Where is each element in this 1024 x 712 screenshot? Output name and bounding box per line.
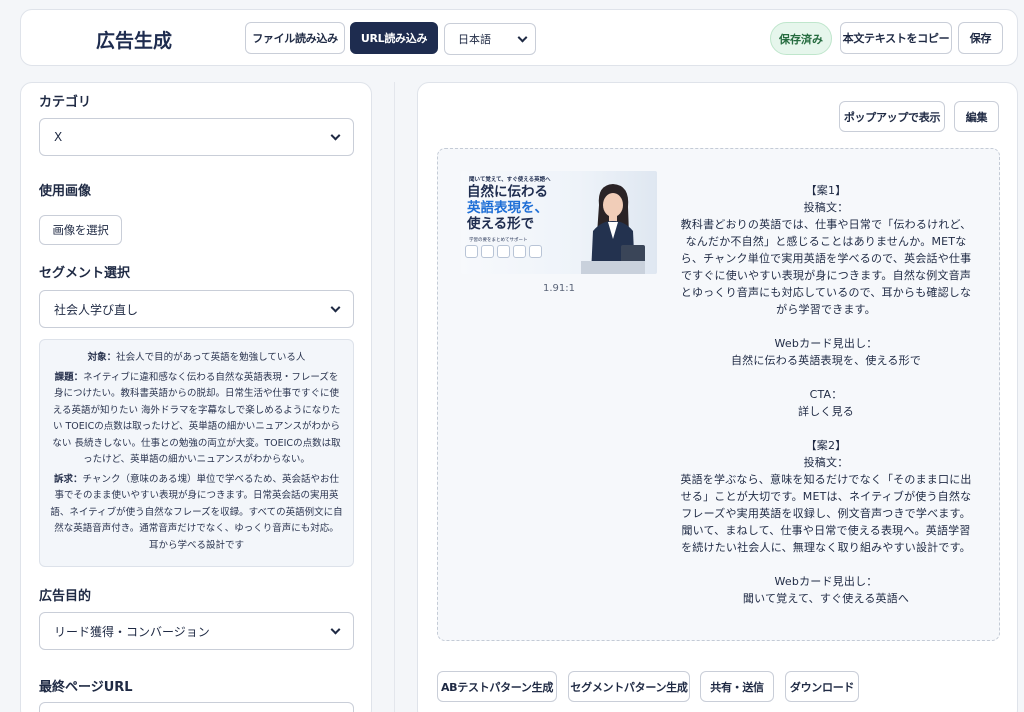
popup-view-button[interactable]: ポップアップで表示 [839, 101, 945, 132]
top-header: 広告生成 ファイル読み込み URL読み込み 日本語 保存済み 本文テキストをコピ… [20, 9, 1018, 66]
creative-headline-3: 使える形で [467, 216, 535, 232]
ad-copy-text: 【案1】 投稿文： 教科書どおりの英語では、仕事や日常で「伝わるけれど、なんだか… [680, 184, 972, 605]
segment-select-value: 社会人学び直し [54, 302, 139, 317]
category-select[interactable]: X [39, 118, 354, 156]
ad-purpose-select[interactable]: リード獲得・コンバージョン [39, 612, 354, 650]
file-import-button[interactable]: ファイル読み込み [245, 22, 345, 54]
ad-purpose-select-value: リード獲得・コンバージョン [54, 624, 210, 639]
creative-top-text: 聞いて覚えて、すぐ使える英語へ [469, 177, 551, 183]
person-illustration [581, 184, 645, 274]
creative-headline-1: 自然に伝わる [467, 184, 548, 200]
ad-purpose-label: 広告目的 [39, 589, 92, 604]
feature-icon [497, 245, 510, 258]
settings-panel: カテゴリ X 使用画像 画像を選択 セグメント選択 社会人学び直し 対象：社会人… [20, 82, 372, 712]
issue-text: ネイティブに違和感なく伝わる自然な英語表現・フレーズを身につけたい。教科書英語か… [52, 371, 341, 466]
creative-headline-2: 英語表現を、 [467, 200, 548, 216]
category-label: カテゴリ [39, 95, 92, 110]
chevron-down-icon [330, 624, 341, 635]
url-import-button[interactable]: URL読み込み [350, 22, 438, 54]
save-button[interactable]: 保存 [958, 22, 1003, 54]
language-select[interactable]: 日本語 [444, 23, 536, 55]
final-url-input[interactable] [39, 702, 354, 712]
segment-select[interactable]: 社会人学び直し [39, 290, 354, 328]
target-text: 社会人で目的があって英語を勉強している人 [116, 352, 306, 363]
download-button[interactable]: ダウンロード [785, 671, 859, 702]
appeal-text: チャンク（意味のある塊）単位で学べるため、英会話やお仕事でそのまま使いやすい表現… [50, 473, 343, 551]
share-send-button[interactable]: 共有・送信 [700, 671, 774, 702]
segment-info-box: 対象：社会人で目的があって英語を勉強している人 課題：ネイティブに違和感なく伝わ… [39, 339, 354, 567]
chevron-down-icon [517, 32, 528, 43]
feature-icon [513, 245, 526, 258]
ad-preview-area: 聞いて覚えて、すぐ使える英語へ 自然に伝わる 英語表現を、 使える形で 学習の要… [437, 148, 1000, 641]
chevron-down-icon [330, 130, 341, 141]
feature-icon [481, 245, 494, 258]
target-label: 対象： [87, 352, 117, 363]
ad-creative-image: 聞いて覚えて、すぐ使える英語へ 自然に伝わる 英語表現を、 使える形で 学習の要… [461, 171, 657, 274]
segment-pattern-button[interactable]: セグメントパターン生成 [568, 671, 690, 702]
app-title: 広告生成 [96, 30, 173, 52]
select-image-button[interactable]: 画像を選択 [39, 215, 122, 245]
ab-test-pattern-button[interactable]: ABテストパターン生成 [437, 671, 557, 702]
appeal-label: 訴求： [54, 473, 83, 485]
feature-icon [529, 245, 542, 258]
chevron-down-icon [330, 302, 341, 313]
creative-feature-icons [465, 245, 542, 258]
feature-icon [465, 245, 478, 258]
preview-panel: ポップアップで表示 編集 聞いて覚えて、すぐ使える英語へ 自然に伝わる 英語表現… [417, 82, 1018, 712]
panel-divider [394, 82, 395, 712]
category-select-value: X [54, 130, 63, 144]
image-label: 使用画像 [39, 184, 92, 199]
aspect-ratio-label: 1.91:1 [543, 283, 575, 294]
creative-subtext: 学習の要をまとめてサポート [469, 238, 528, 243]
issue-label: 課題： [54, 371, 84, 383]
final-url-label: 最終ページURL [39, 680, 133, 695]
edit-button[interactable]: 編集 [954, 101, 999, 132]
segment-label: セグメント選択 [39, 266, 131, 281]
saved-status-badge: 保存済み [770, 22, 832, 55]
language-select-value: 日本語 [458, 33, 491, 46]
copy-body-text-button[interactable]: 本文テキストをコピー [840, 22, 952, 54]
